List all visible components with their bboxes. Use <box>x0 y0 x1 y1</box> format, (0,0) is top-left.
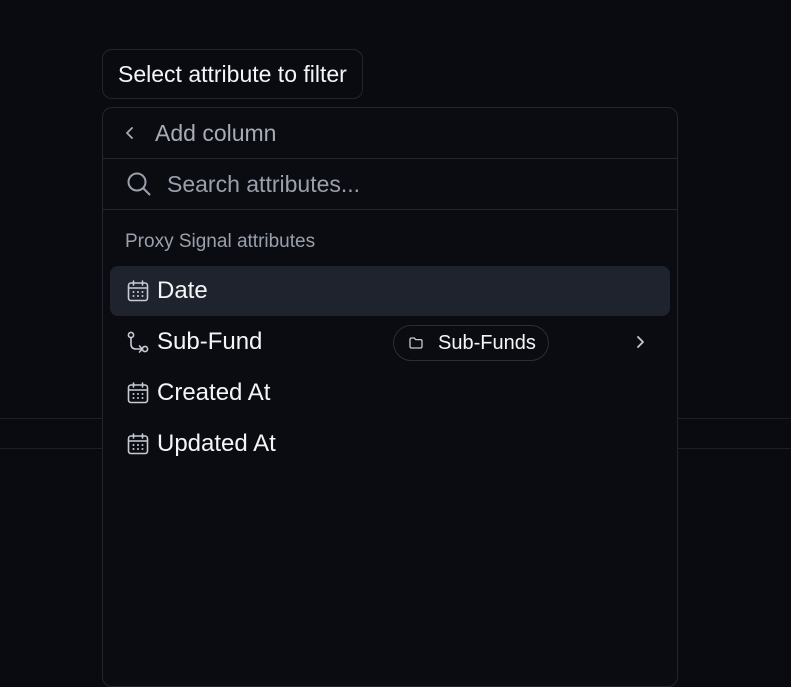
panel-title: Add column <box>155 119 277 146</box>
attribute-list: Date Sub-Fund Sub-Funds Created At Updat… <box>103 266 677 469</box>
attribute-label: Sub-Fund <box>157 328 263 355</box>
filter-tooltip: Select attribute to filter <box>102 49 363 99</box>
relation-badge: Sub-Funds <box>393 325 549 361</box>
attribute-item-sub-fund[interactable]: Sub-Fund Sub-Funds <box>110 317 670 367</box>
attribute-item-updated-at[interactable]: Updated At <box>110 419 670 469</box>
relation-icon <box>125 329 151 355</box>
attribute-label: Created At <box>157 379 271 406</box>
calendar-icon <box>125 380 151 406</box>
section-label: Proxy Signal attributes <box>125 231 316 252</box>
calendar-icon <box>125 431 151 457</box>
search-icon <box>124 169 154 199</box>
tooltip-text: Select attribute to filter <box>118 60 347 87</box>
folder-icon <box>408 335 424 351</box>
badge-label: Sub-Funds <box>438 331 536 354</box>
search-input[interactable] <box>167 170 677 198</box>
calendar-icon <box>125 278 151 304</box>
attribute-item-created-at[interactable]: Created At <box>110 368 670 418</box>
attribute-label: Updated At <box>157 430 276 457</box>
back-button[interactable] <box>115 118 145 148</box>
search-row <box>103 159 677 210</box>
attribute-label: Date <box>157 277 208 304</box>
add-column-panel: Add column Proxy Signal attributes <box>102 107 678 687</box>
panel-header: Add column <box>103 108 677 159</box>
chevron-right-icon[interactable] <box>628 330 652 354</box>
attribute-item-date[interactable]: Date <box>110 266 670 316</box>
chevron-left-icon <box>126 127 133 139</box>
